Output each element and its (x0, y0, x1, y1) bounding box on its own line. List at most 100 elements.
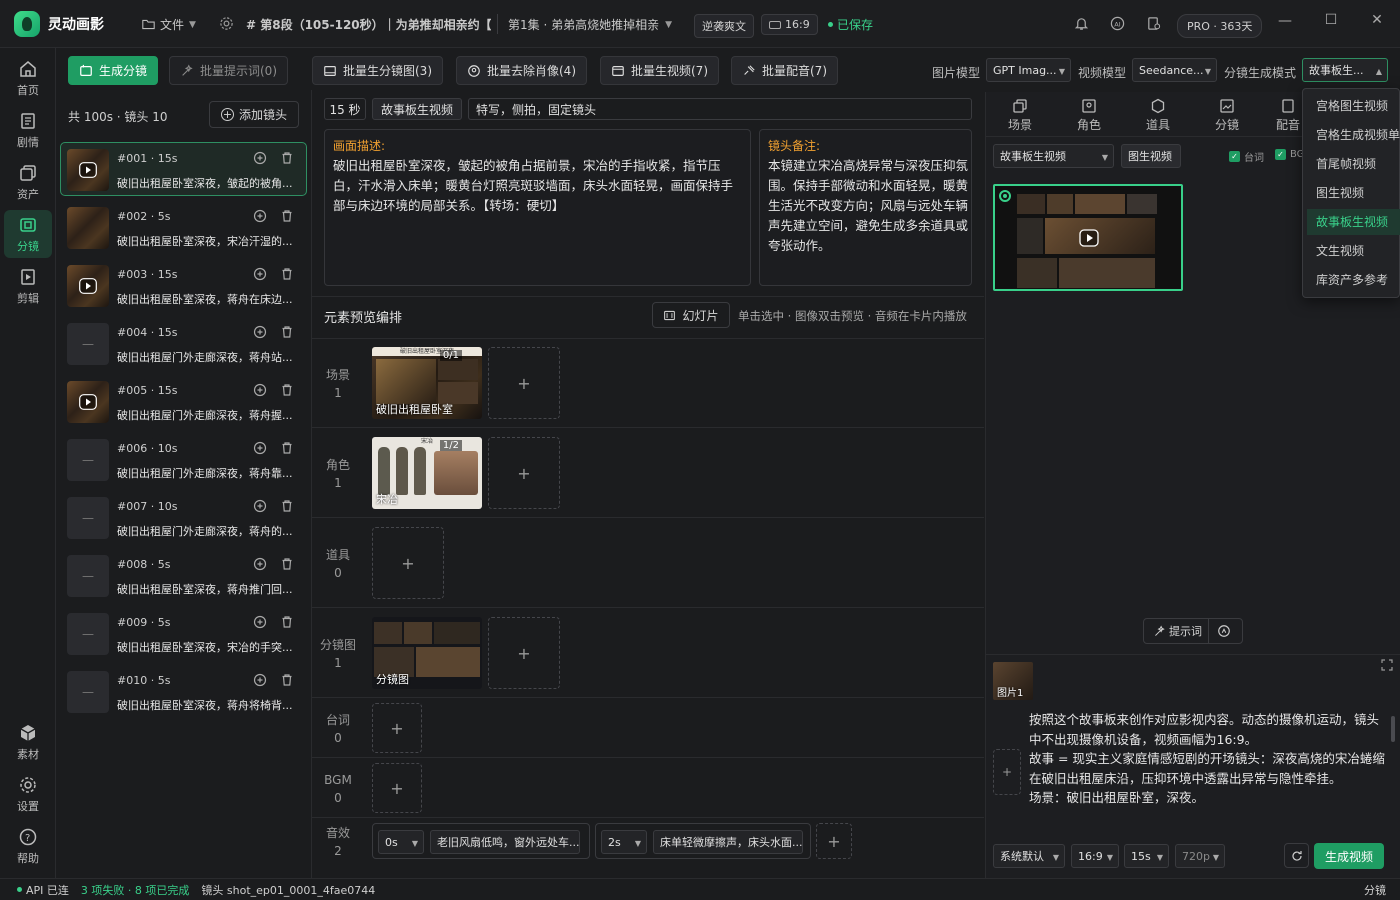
nav-assets[interactable]: 资产 (4, 158, 52, 206)
nav-settings[interactable]: 设置 (4, 770, 52, 818)
style-select[interactable]: 系统默认 ▼ (993, 844, 1065, 868)
add-shot-button[interactable]: + 添加镜头 (209, 101, 299, 128)
plan-badge[interactable]: PRO · 363天 (1177, 14, 1263, 38)
add-sfx-button[interactable]: + (816, 823, 852, 859)
add-circle-icon[interactable] (253, 325, 267, 339)
character-card[interactable]: 宋冶 1/2 宋冶 (372, 437, 482, 509)
play-icon[interactable] (1079, 229, 1099, 247)
sfx-text-input[interactable]: 床单轻微摩擦声，床头水面... (653, 830, 803, 854)
ai-assist-icon[interactable] (1217, 624, 1231, 638)
trash-icon[interactable] (280, 557, 294, 571)
shot-item[interactable]: — #009 · 5s 破旧出租屋卧室深夜，宋冶的手突... (60, 606, 307, 660)
nav-story[interactable]: 剧情 (4, 106, 52, 154)
scene-card[interactable]: 破旧出租屋卧室深夜 0/1 破旧出租屋卧室 (372, 347, 482, 419)
slideshow-button[interactable]: 幻灯片 (652, 302, 730, 328)
dropdown-option[interactable]: 宫格生成视频单 (1307, 122, 1400, 148)
minimize-button[interactable]: — (1265, 13, 1305, 29)
trash-icon[interactable] (280, 441, 294, 455)
expand-icon[interactable] (1381, 659, 1393, 671)
shot-mode-select[interactable]: 故事板生... ▲ (1302, 58, 1388, 82)
prompt-textarea[interactable]: 按照这个故事板来创作对应影视内容。动态的摄像机运动，镜头中不出现摄像机设备，视频… (1029, 710, 1386, 832)
batch-remove-portrait-button[interactable]: 批量去除肖像(4) (456, 56, 587, 85)
shot-item[interactable]: #005 · 15s 破旧出租屋门外走廊深夜，蒋舟握... (60, 374, 307, 428)
add-scene-button[interactable]: + (488, 347, 560, 419)
nav-materials[interactable]: 素材 (4, 718, 52, 766)
bell-icon[interactable] (1074, 16, 1089, 31)
add-circle-icon[interactable] (253, 557, 267, 571)
shot-item[interactable]: — #010 · 5s 破旧出租屋卧室深夜，蒋舟将椅背... (60, 664, 307, 718)
video-preview-card[interactable] (993, 184, 1183, 291)
document-icon[interactable] (1146, 16, 1161, 31)
segment-title[interactable]: # 第8段（105-120秒）｜为弟推却相亲约【... (246, 16, 491, 33)
add-circle-icon[interactable] (253, 209, 267, 223)
image-model-select[interactable]: GPT Imag... ▼ (986, 58, 1071, 82)
add-circle-icon[interactable] (253, 383, 267, 397)
duration-field[interactable]: 15 秒 (324, 98, 366, 120)
shot-item[interactable]: — #007 · 10s 破旧出租屋门外走廊深夜，蒋舟的... (60, 490, 307, 544)
trash-icon[interactable] (280, 151, 294, 165)
dialog-checkbox[interactable]: ✓ 台词 (1229, 149, 1264, 164)
refresh-button[interactable] (1284, 843, 1309, 868)
add-dialogue-button[interactable]: + (372, 703, 422, 753)
add-circle-icon[interactable] (253, 151, 267, 165)
img2video-button[interactable]: 图生视频 (1121, 144, 1181, 168)
sfx-text-input[interactable]: 老旧风扇低鸣，窗外远处车... (430, 830, 580, 854)
batch-storyboard-button[interactable]: 批量生分镜图(3) (312, 56, 443, 85)
nav-home[interactable]: 首页 (4, 54, 52, 102)
batch-prompts-button[interactable]: 批量提示词(0) (169, 56, 288, 85)
dropdown-option[interactable]: 首尾帧视频 (1307, 151, 1400, 177)
batch-video-button[interactable]: 批量生视频(7) (600, 56, 719, 85)
trash-icon[interactable] (280, 615, 294, 629)
gear-icon[interactable] (219, 16, 234, 31)
close-button[interactable]: ✕ (1357, 12, 1397, 28)
scrollbar[interactable] (1391, 716, 1395, 742)
note-box[interactable]: 镜头备注: 本镜建立宋冶高烧异常与深夜压抑氛围。保持手部微动和水面轻晃，暖黄生活… (759, 129, 972, 286)
task-status[interactable]: 3 项失败 · 8 项已完成 (81, 882, 189, 898)
duration-select[interactable]: 15s ▼ (1124, 844, 1169, 868)
dropdown-option[interactable]: 图生视频 (1307, 180, 1400, 206)
add-circle-icon[interactable] (253, 615, 267, 629)
dropdown-option[interactable]: 文生视频 (1307, 238, 1400, 264)
trash-icon[interactable] (280, 673, 294, 687)
add-character-button[interactable]: + (488, 437, 560, 509)
tab-character[interactable]: 角色 (1061, 98, 1117, 133)
nav-help[interactable]: ? 帮助 (4, 822, 52, 870)
shot-item[interactable]: #002 · 5s 破旧出租屋卧室深夜，宋冶汗湿的... (60, 200, 307, 254)
tab-props[interactable]: 道具 (1130, 98, 1186, 133)
trash-icon[interactable] (280, 209, 294, 223)
generate-shots-button[interactable]: 生成分镜 (68, 56, 159, 85)
description-box[interactable]: 画面描述: 破旧出租屋卧室深夜，皱起的被角占据前景，宋冶的手指收紧，指节压白，汗… (324, 129, 751, 286)
generate-video-button[interactable]: 生成视频 (1314, 843, 1384, 869)
batch-dub-button[interactable]: 批量配音(7) (731, 56, 838, 85)
dropdown-option[interactable]: 宫格图生视频 (1307, 93, 1400, 119)
video-model-select[interactable]: Seedance... ▼ (1132, 58, 1217, 82)
add-prop-button[interactable]: + (372, 527, 444, 599)
add-circle-icon[interactable] (253, 267, 267, 281)
add-circle-icon[interactable] (253, 441, 267, 455)
bgm-checkbox[interactable]: ✓ BG (1275, 149, 1304, 160)
note-text[interactable]: 本镜建立宋冶高烧异常与深夜压抑氛围。保持手部微动和水面轻晃，暖黄生活光不改变方向… (768, 156, 968, 256)
tab-storyboard[interactable]: 分镜 (1199, 98, 1255, 133)
shot-item[interactable]: — #004 · 15s 破旧出租屋门外走廊深夜，蒋舟站... (60, 316, 307, 370)
description-text[interactable]: 破旧出租屋卧室深夜，皱起的被角占据前景，宋冶的手指收紧，指节压白，汗水滑入床单；… (333, 156, 739, 216)
shot-item[interactable]: #001 · 15s 破旧出租屋卧室深夜，皱起的被角... (60, 142, 307, 196)
shot-type-input[interactable]: 特写，侧拍，固定镜头 (468, 98, 972, 120)
radio-selected-icon[interactable] (999, 190, 1011, 202)
nav-storyboard[interactable]: 分镜 (4, 210, 52, 258)
episode-select[interactable]: 第1集 · 弟弟高烧她推掉相亲 ▼ (508, 16, 672, 33)
ai-icon[interactable]: AI (1110, 16, 1125, 31)
add-reference-button[interactable]: + (993, 749, 1021, 795)
prompt-button[interactable]: 提示词 (1144, 619, 1209, 643)
trash-icon[interactable] (280, 499, 294, 513)
video-mode-select[interactable]: 故事板生视频 ▼ (993, 144, 1114, 168)
trash-icon[interactable] (280, 383, 294, 397)
ratio-select[interactable]: 16:9 ▼ (1071, 844, 1119, 868)
file-menu[interactable]: 文件 ▼ (142, 16, 196, 33)
add-bgm-button[interactable]: + (372, 763, 422, 813)
add-circle-icon[interactable] (253, 499, 267, 513)
trash-icon[interactable] (280, 267, 294, 281)
shot-item[interactable]: #003 · 15s 破旧出租屋卧室深夜，蒋舟在床边... (60, 258, 307, 312)
trash-icon[interactable] (280, 325, 294, 339)
resolution-select[interactable]: 720p ▼ (1175, 844, 1225, 868)
sfx-item[interactable]: 2s ▼ 床单轻微摩擦声，床头水面... (595, 823, 811, 859)
